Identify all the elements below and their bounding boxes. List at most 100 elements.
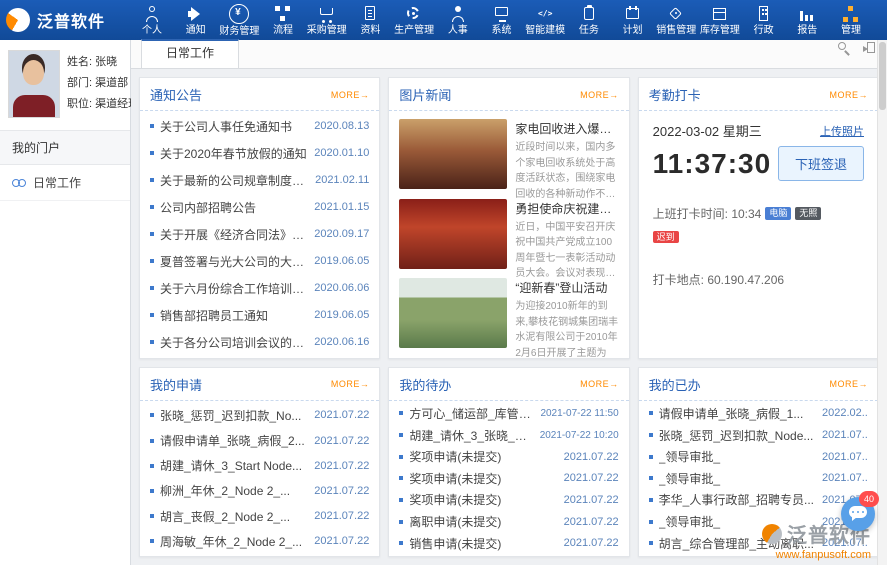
sidebar-item-my-portal[interactable]: 我的门户 [0, 130, 130, 165]
todo-item[interactable]: 胡建_请休_3_张晓_退回 2021-07-22 10:20 [399, 427, 618, 444]
application-item[interactable]: 请假申请单_张晓_病假_2...2021.07.22 [150, 432, 369, 449]
bullet-icon [399, 541, 403, 545]
notice-item[interactable]: 关于六月份综合工作培训内容及...2020.06.06 [150, 280, 369, 297]
notice-item[interactable]: 关于开展《经济合同法》的相关...2020.09.17 [150, 226, 369, 243]
todo-item[interactable]: 方可心_储运部_库管员_普...2021-07-22 11:50 [399, 405, 618, 422]
more-link[interactable]: MORE→ [331, 379, 370, 389]
code-icon [536, 5, 554, 23]
panel-attendance: 考勤打卡 MORE→ 2022-03-02 星期三 上传照片 11:37:30 … [638, 77, 879, 359]
notice-item[interactable]: 关于各分公司培训会议的通知2020.06.16 [150, 334, 369, 351]
notice-text: 关于2020年春节放假的通知 [160, 145, 308, 162]
notice-item[interactable]: 公司内部招聘公告2021.01.15 [150, 199, 369, 216]
exit-icon[interactable] [863, 41, 877, 55]
todo-item[interactable]: 奖项申请(未提交) 2021.07.22 [399, 491, 618, 508]
nav-item-modeling[interactable]: 智能建模 [525, 4, 565, 37]
upload-photo-link[interactable]: 上传照片 [820, 123, 864, 139]
item-text: 周海敏_年休_2_Node 2_... [160, 533, 308, 550]
sidebar: 姓名: 张晓 部门: 渠道部 职位: 渠道经理 我的门户 日常工作 [0, 40, 131, 565]
bullet-icon [150, 313, 154, 317]
item-date: 2021.07.22 [314, 409, 369, 421]
nav-label: 系统 [492, 26, 512, 36]
application-item[interactable]: 周海敏_年休_2_Node 2_...2021.07.22 [150, 533, 369, 550]
done-item[interactable]: 请假申请单_张晓_病假_1...2022.02... [649, 405, 868, 422]
item-text: 胡建_请休_3_张晓_退回 [409, 427, 533, 444]
nav-item-hr[interactable]: 人事 [438, 4, 478, 37]
application-item[interactable]: 胡言_丧假_2_Node 2_...2021.07.22 [150, 508, 369, 525]
notice-text: 关于开展《经济合同法》的相关... [160, 226, 308, 243]
sign-out-button[interactable]: 下班签退 [778, 146, 864, 181]
nav-item-process[interactable]: 流程 [263, 4, 303, 37]
done-item[interactable]: _领导审批_2021.07... [649, 448, 868, 465]
news-item[interactable]: “迎新春”登山活动 为迎接2010新年的到来,攀枝花钢城集团瑞丰水泥有限公司于2… [399, 274, 618, 354]
notice-item[interactable]: 销售部招聘员工通知2019.06.05 [150, 307, 369, 324]
more-link[interactable]: MORE→ [580, 379, 619, 389]
more-link[interactable]: MORE→ [829, 379, 868, 389]
notice-item[interactable]: 关于2020年春节放假的通知2020.01.10 [150, 145, 369, 162]
done-item[interactable]: 胡言_综合管理部_主动离职...2021.07... [649, 535, 868, 552]
news-image [399, 199, 507, 269]
tab-daily-work[interactable]: 日常工作 [141, 39, 239, 68]
todo-item[interactable]: 奖项申请(未提交)2021.07.22 [399, 448, 618, 465]
nav-item-inventory[interactable]: 库存管理 [700, 4, 740, 37]
todo-item[interactable]: 离职申请(未提交)2021.07.22 [399, 513, 618, 530]
nav-item-documents[interactable]: 资料 [350, 4, 390, 37]
nav-label: 生产管理 [394, 26, 434, 36]
notice-item[interactable]: 关于最新的公司规章制度细节通知2021.02.11 [150, 172, 369, 189]
nav-item-finance[interactable]: 财务管理 [219, 4, 259, 37]
nav-item-tasks[interactable]: 任务 [569, 4, 609, 37]
profile-info: 姓名: 张晓 部门: 渠道部 职位: 渠道经理 [67, 50, 139, 118]
application-item[interactable]: 胡建_请休_3_Start Node...2021.07.22 [150, 457, 369, 474]
top-navigation-bar: 泛普软件 个人 通知 财务管理 流程 采购管理 资料 生产管理 人事 系统 智能… [0, 0, 887, 40]
item-text: 奖项申请(未提交) [409, 491, 557, 508]
notice-date: 2019.06.05 [314, 255, 369, 267]
checkin-location-text: 打卡地点: 60.190.47.206 [653, 271, 864, 288]
done-item[interactable]: 张晓_惩罚_迟到扣款_Node...2021.07... [649, 427, 868, 444]
task-icon [580, 5, 598, 23]
content-area: 日常工作 通知公告 MORE→ 关于公司人事任免通知书2020.08.13 关于… [131, 40, 887, 565]
news-item[interactable]: 家电回收进入爆发期 家电... 近段时间以来，国内多个家电回收系统处于高度活跃状… [399, 115, 618, 195]
news-item[interactable]: 勇担使命庆祝建党百年，中... 近日，中国平安召开庆祝中国共产党成立100周年暨… [399, 195, 618, 275]
nav-item-sales[interactable]: 销售管理 [656, 4, 696, 37]
scrollbar-thumb[interactable] [879, 42, 886, 110]
more-link[interactable]: MORE→ [580, 90, 619, 100]
done-item[interactable]: _领导审批_2021.07... [649, 470, 868, 487]
more-link[interactable]: MORE→ [829, 90, 868, 100]
nav-item-reports[interactable]: 报告 [787, 4, 827, 37]
nav-item-admin[interactable]: 行政 [744, 4, 784, 37]
item-date: 2021-07-22 10:20 [540, 430, 619, 441]
chat-button[interactable]: 40 [841, 497, 875, 531]
more-link[interactable]: MORE→ [331, 90, 370, 100]
attendance-body: 2022-03-02 星期三 上传照片 11:37:30 下班签退 上班打卡时间… [639, 111, 878, 358]
nav-item-production[interactable]: 生产管理 [394, 4, 434, 37]
nav-label: 智能建模 [525, 26, 565, 36]
vertical-scrollbar[interactable] [877, 40, 887, 565]
search-icon[interactable] [837, 41, 851, 55]
done-item[interactable]: 李华_人事行政部_招聘专员...2021.07... [649, 491, 868, 508]
nav-item-personal[interactable]: 个人 [132, 4, 172, 37]
workflow-icon [274, 5, 292, 23]
done-item[interactable]: _领导审批_2021.07... [649, 513, 868, 530]
item-date: 2021.07.22 [564, 494, 619, 506]
notice-item[interactable]: 夏普签署与光大公司的大订单。2019.06.05 [150, 253, 369, 270]
application-item[interactable]: 柳洲_年休_2_Node 2_...2021.07.22 [150, 482, 369, 499]
attendance-clock: 11:37:30 [653, 148, 772, 180]
app-logo[interactable]: 泛普软件 [6, 8, 128, 32]
sidebar-item-daily-work[interactable]: 日常工作 [0, 165, 130, 201]
nav-item-planning[interactable]: 计划 [613, 4, 653, 37]
item-text: 销售申请(未提交) [409, 535, 557, 552]
late-badge: 迟到 [653, 231, 679, 243]
todo-item[interactable]: 奖项申请(未提交)2021.07.22 [399, 470, 618, 487]
todo-item[interactable]: 销售申请(未提交)2021.07.22 [399, 535, 618, 552]
hr-person-icon [449, 5, 467, 23]
application-item[interactable]: 张晓_惩罚_迟到扣款_No...2021.07.22 [150, 407, 369, 424]
panel-header: 我的已办 MORE→ [639, 368, 878, 401]
panel-my-done: 我的已办 MORE→ 请假申请单_张晓_病假_1...2022.02... 张晓… [638, 367, 879, 557]
panel-header: 我的待办 MORE→ [389, 368, 628, 401]
nav-item-purchasing[interactable]: 采购管理 [307, 4, 347, 37]
notice-item[interactable]: 关于公司人事任免通知书2020.08.13 [150, 118, 369, 135]
nav-item-management[interactable]: 管理 [831, 4, 871, 37]
link-icon [12, 178, 27, 188]
nav-item-system[interactable]: 系统 [482, 4, 522, 37]
done-list: 请假申请单_张晓_病假_1...2022.02... 张晓_惩罚_迟到扣款_No… [639, 401, 878, 556]
nav-item-notice[interactable]: 通知 [176, 4, 216, 37]
